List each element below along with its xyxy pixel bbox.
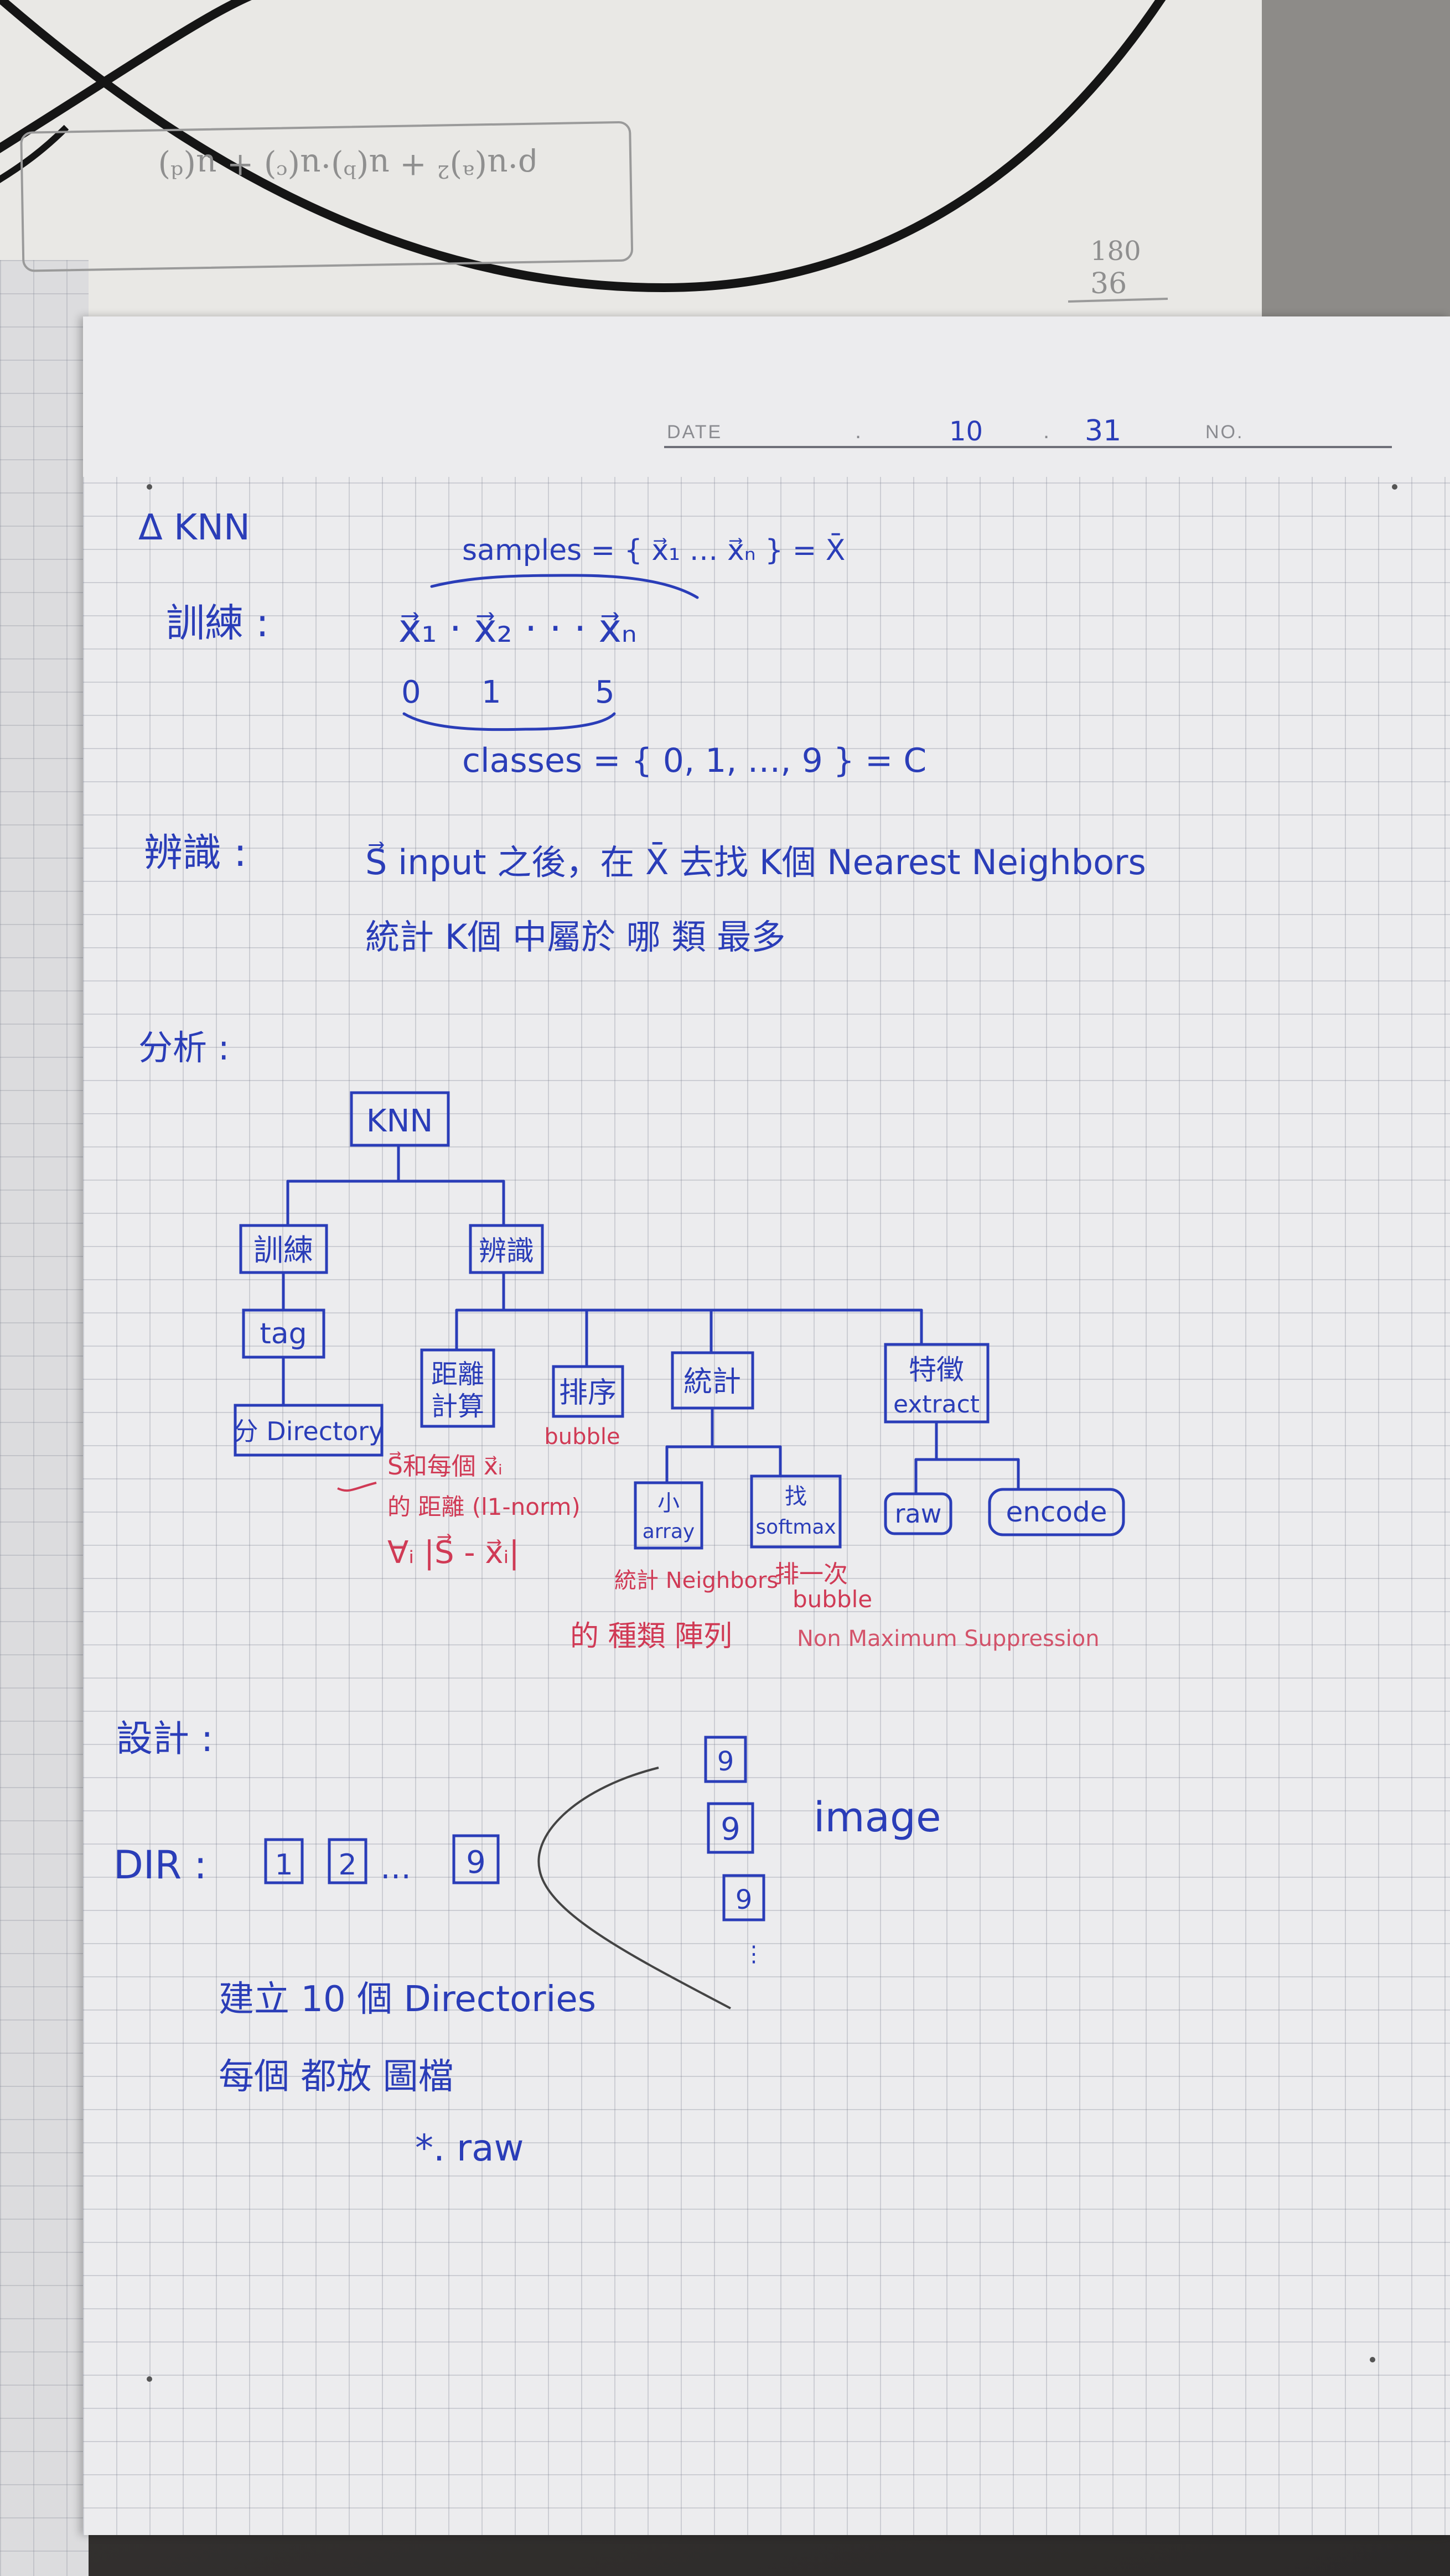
dir-ellipsis: … bbox=[380, 1850, 411, 1886]
design-label: 設計 : bbox=[116, 1717, 213, 1760]
grid-dot bbox=[1370, 2357, 1375, 2362]
samples-definition: samples = { x⃗₁ … x⃗ₙ } = X̄ bbox=[462, 533, 845, 567]
label-five: 5 bbox=[595, 674, 615, 710]
design-note-2: 每個 都放 圖檔 bbox=[219, 2056, 454, 2097]
recognition-label: 辨識 : bbox=[144, 830, 247, 875]
raw-node-label: raw bbox=[895, 1499, 942, 1529]
knn-node-label: KNN bbox=[366, 1103, 433, 1139]
notebook-photo: ρ·u(ᵃ)² + u(ᵇ)·u(ᶜ) + u(ᵈ) 180 36 DATE 1… bbox=[0, 0, 1450, 2576]
pencil-box bbox=[20, 121, 634, 272]
cable bbox=[0, 0, 1166, 293]
encode-node-label: encode bbox=[1006, 1496, 1107, 1528]
statistics-node-label: 統計 bbox=[683, 1365, 741, 1399]
softmax-note: 排一次 bbox=[775, 1560, 848, 1588]
statistics-note: 的 種類 陣列 bbox=[570, 1620, 732, 1653]
samples-brace bbox=[430, 574, 699, 599]
distance-note: ∀ᵢ |S⃗ - x⃗ᵢ| bbox=[387, 1534, 519, 1571]
handwriting-layer: ρ·u(ᵃ)² + u(ᵇ)·u(ᶜ) + u(ᵈ) 180 36 DATE 1… bbox=[0, 0, 1397, 2382]
classes-definition: classes = { 0, 1, …, 9 } = C bbox=[462, 741, 926, 780]
recognize-node-label: 辨識 bbox=[479, 1235, 534, 1267]
distance-note: S⃗和每個 x⃗ᵢ bbox=[387, 1451, 503, 1481]
date-dot: . bbox=[855, 419, 863, 443]
train-node-label: 訓練 bbox=[253, 1233, 313, 1268]
analysis-label: 分析 : bbox=[138, 1027, 230, 1068]
annotation-stroke bbox=[337, 1482, 377, 1492]
pencil-line bbox=[1068, 298, 1168, 303]
date-dot: . bbox=[1043, 419, 1051, 443]
grid-dot bbox=[147, 2376, 152, 2382]
pencil-number: 36 bbox=[1090, 267, 1127, 300]
classes-brace bbox=[402, 712, 616, 731]
date-month: 10 bbox=[949, 416, 983, 447]
label-zero: 0 bbox=[401, 674, 421, 710]
dir-box-1-label: 1 bbox=[275, 1848, 293, 1882]
pencil-number: 180 bbox=[1090, 236, 1141, 267]
feature-node-label: extract bbox=[893, 1390, 980, 1419]
distance-note: 的 距離 (l1-norm) bbox=[387, 1493, 581, 1520]
directory-node-label: 分 Directory bbox=[233, 1416, 384, 1446]
note-title: Δ KNN bbox=[138, 507, 250, 548]
design-note-3: *. raw bbox=[415, 2127, 524, 2169]
file-box-2-label: 9 bbox=[721, 1811, 740, 1847]
sort-note: bubble bbox=[544, 1424, 620, 1450]
dir-box-2-label: 2 bbox=[338, 1848, 356, 1882]
softmax-node-label: softmax bbox=[755, 1516, 836, 1539]
recognition-line-1: S⃗ input 之後，在 X̄ 去找 K個 Nearest Neighbors bbox=[365, 842, 1146, 882]
recognition-line-2: 統計 K個 中屬於 哪 類 最多 bbox=[365, 917, 785, 957]
date-day: 31 bbox=[1085, 414, 1121, 448]
sample-vectors: x⃗₁ · x⃗₂ · · · x⃗ₙ bbox=[398, 606, 637, 651]
dir-box-9-label: 9 bbox=[466, 1845, 486, 1881]
cable bbox=[0, 124, 69, 183]
grid-dot bbox=[147, 484, 152, 490]
file-box-1-label: 9 bbox=[717, 1746, 734, 1777]
tag-node-label: tag bbox=[260, 1317, 307, 1351]
number-label: NO. bbox=[1205, 422, 1244, 443]
training-label: 訓練 : bbox=[166, 600, 269, 646]
expansion-brace bbox=[537, 1767, 731, 2009]
design-note-1: 建立 10 個 Directories bbox=[219, 1979, 596, 2020]
date-label: DATE bbox=[667, 422, 722, 443]
softmax-note: Non Maximum Suppression bbox=[797, 1626, 1100, 1651]
softmax-node-label: 找 bbox=[785, 1484, 807, 1509]
statistics-note: 統計 Neighbors bbox=[614, 1568, 778, 1593]
dir-label: DIR : bbox=[113, 1842, 207, 1888]
grid-dot bbox=[1392, 484, 1397, 490]
distance-node-label: 計算 bbox=[431, 1391, 484, 1422]
small-array-node-label: array bbox=[643, 1520, 695, 1543]
image-label: image bbox=[814, 1794, 941, 1841]
sort-node-label: 排序 bbox=[559, 1377, 617, 1410]
small-array-node-label: 小 bbox=[657, 1490, 680, 1516]
pencil-equation: ρ·u(ᵃ)² + u(ᵇ)·u(ᶜ) + u(ᵈ) bbox=[158, 147, 537, 185]
file-box-3-label: 9 bbox=[736, 1884, 753, 1915]
feature-node-label: 特徵 bbox=[909, 1354, 964, 1386]
label-one: 1 bbox=[481, 674, 501, 710]
distance-node-label: 距離 bbox=[431, 1359, 484, 1390]
softmax-note: bubble bbox=[793, 1586, 872, 1613]
file-vertical-ellipsis: ⋮ bbox=[743, 1941, 765, 1967]
